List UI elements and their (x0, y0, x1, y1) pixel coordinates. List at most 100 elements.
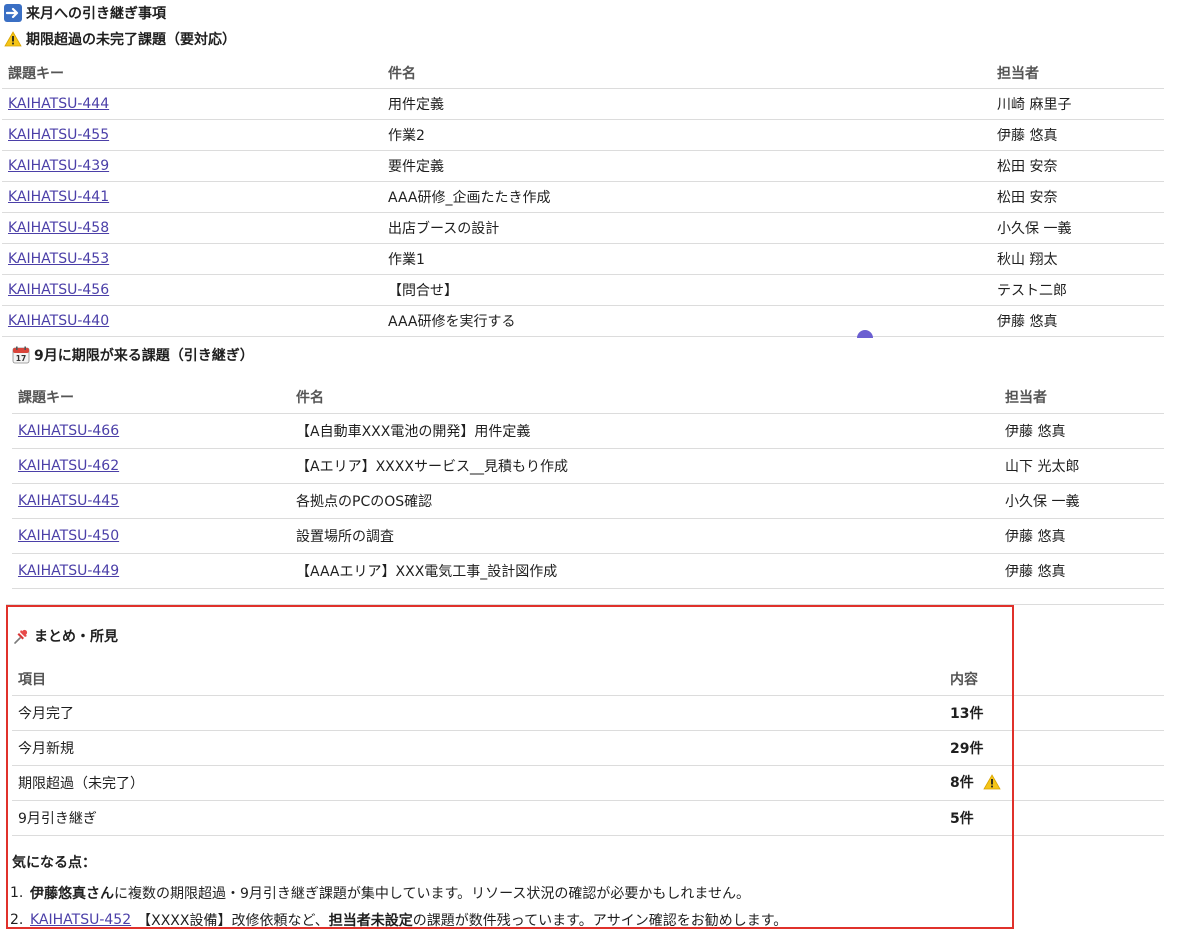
issue-assignee-cell: 小久保 一義 (999, 483, 1164, 519)
table-row: 今月完了 13件 (12, 695, 1164, 731)
report-page: 来月への引き継ぎ事項 期限超過の未完了課題（要対応） 課題キー 件名 担当者 K… (0, 0, 1200, 936)
note-number: 2. (10, 912, 24, 928)
issue-subject-cell: 設置場所の調査 (290, 518, 999, 554)
overdue-heading: 期限超過の未完了課題（要対応） (4, 28, 236, 50)
issue-key-link[interactable]: KAIHATSU-439 (8, 158, 109, 174)
table-row: 期限超過（未完了） 8件 (12, 765, 1164, 801)
note-item-2: 2. KAIHATSU-452 【XXXX設備】改修依頼など、 担当者未設定 の… (10, 910, 787, 930)
column-header-key: 課題キー (12, 380, 290, 414)
issue-assignee-cell: 山下 光太郎 (999, 448, 1164, 484)
table-row: KAIHATSU-456 【問合せ】 テスト二郎 (2, 274, 1164, 306)
summary-value-cell: 5件 (944, 800, 1164, 836)
issue-key-cell: KAIHATSU-455 (2, 119, 382, 151)
issue-assignee-cell: テスト二郎 (991, 274, 1164, 306)
warning-icon (982, 774, 1001, 794)
table-row: KAIHATSU-455 作業2 伊藤 悠真 (2, 119, 1164, 151)
issue-subject-cell: 出店ブースの設計 (382, 212, 991, 244)
summary-table: 項目 内容 今月完了 13件 今月新規 29件 期限超過（未完了） 8件 9月引… (12, 663, 1164, 836)
table-row: KAIHATSU-449 【AAAエリア】XXX電気工事_設計図作成 伊藤 悠真 (12, 553, 1164, 589)
column-header-subject: 件名 (382, 58, 991, 89)
table-row: KAIHATSU-462 【Aエリア】XXXXサービス__見積もり作成 山下 光… (12, 448, 1164, 484)
issue-subject-cell: 【問合せ】 (382, 274, 991, 306)
issue-key-cell: KAIHATSU-458 (2, 212, 382, 244)
issue-assignee-cell: 伊藤 悠真 (999, 413, 1164, 449)
column-header-subject: 件名 (290, 380, 999, 414)
table-row: 今月新規 29件 (12, 730, 1164, 766)
calendar-icon: 17 (12, 346, 30, 364)
table-row: KAIHATSU-441 AAA研修_企画たたき作成 松田 安奈 (2, 181, 1164, 213)
note-bold-name: 伊藤悠真さん (30, 886, 114, 902)
table-header-row: 項目 内容 (12, 663, 1164, 696)
overdue-table: 課題キー 件名 担当者 KAIHATSU-444 用件定義 川崎 麻里子 KAI… (2, 58, 1164, 337)
column-header-item: 項目 (12, 663, 944, 696)
issue-key-link[interactable]: KAIHATSU-450 (18, 528, 119, 544)
issue-subject-cell: 【Aエリア】XXXXサービス__見積もり作成 (290, 448, 999, 484)
september-heading: 17 9月に期限が来る課題（引き継ぎ） (12, 344, 254, 366)
issue-key-link[interactable]: KAIHATSU-449 (18, 563, 119, 579)
issue-subject-cell: 作業2 (382, 119, 991, 151)
issue-key-link[interactable]: KAIHATSU-462 (18, 458, 119, 474)
table-row: KAIHATSU-466 【A自動車XXX電池の開発】用件定義 伊藤 悠真 (12, 413, 1164, 449)
summary-value-text: 8件 (950, 775, 974, 791)
issue-key-link[interactable]: KAIHATSU-441 (8, 189, 109, 205)
issue-key-link[interactable]: KAIHATSU-455 (8, 127, 109, 143)
issue-subject-cell: AAA研修を実行する (382, 305, 991, 337)
note-text: 【XXXX設備】改修依頼など、 (137, 913, 329, 929)
right-arrow-icon (4, 4, 22, 22)
issue-key-link[interactable]: KAIHATSU-440 (8, 313, 109, 329)
table-row: KAIHATSU-458 出店ブースの設計 小久保 一義 (2, 212, 1164, 244)
note-bold-text: 担当者未設定 (328, 913, 413, 929)
issue-subject-cell: 【AAAエリア】XXX電気工事_設計図作成 (290, 553, 999, 589)
overdue-heading-text: 期限超過の未完了課題（要対応） (26, 32, 236, 48)
issue-key-cell: KAIHATSU-466 (12, 413, 290, 449)
column-header-value: 内容 (944, 663, 1164, 696)
issue-key-cell: KAIHATSU-439 (2, 150, 382, 182)
issue-key-cell: KAIHATSU-450 (12, 518, 290, 554)
table-header-row: 課題キー 件名 担当者 (12, 380, 1164, 414)
svg-text:17: 17 (16, 354, 26, 363)
issue-key-link[interactable]: KAIHATSU-453 (8, 251, 109, 267)
note-number: 1. (10, 885, 24, 901)
notes-title: 気になる点： (12, 855, 96, 871)
issue-key-cell: KAIHATSU-449 (12, 553, 290, 589)
column-header-assignee: 担当者 (999, 380, 1164, 414)
issue-key-link[interactable]: KAIHATSU-444 (8, 96, 109, 112)
section-divider (6, 604, 1164, 605)
summary-item-cell: 9月引き継ぎ (12, 800, 944, 836)
summary-heading-text: まとめ・所見 (34, 629, 118, 645)
summary-item-cell: 期限超過（未完了） (12, 765, 944, 801)
table-row: KAIHATSU-444 用件定義 川崎 麻里子 (2, 88, 1164, 120)
summary-value-cell: 29件 (944, 730, 1164, 766)
issue-assignee-cell: 伊藤 悠真 (991, 119, 1164, 151)
table-row: KAIHATSU-445 各拠点のPCのOS確認 小久保 一義 (12, 483, 1164, 519)
warning-icon (4, 30, 22, 48)
issue-assignee-cell: 伊藤 悠真 (991, 305, 1164, 337)
issue-assignee-cell: 川崎 麻里子 (991, 88, 1164, 120)
issue-key-link[interactable]: KAIHATSU-466 (18, 423, 119, 439)
issue-key-cell: KAIHATSU-440 (2, 305, 382, 337)
table-row: 9月引き継ぎ 5件 (12, 800, 1164, 836)
issue-key-link[interactable]: KAIHATSU-458 (8, 220, 109, 236)
issue-subject-cell: 用件定義 (382, 88, 991, 120)
issue-key-cell: KAIHATSU-441 (2, 181, 382, 213)
issue-assignee-cell: 松田 安奈 (991, 150, 1164, 182)
column-header-key: 課題キー (2, 58, 382, 89)
issue-subject-cell: 【A自動車XXX電池の開発】用件定義 (290, 413, 999, 449)
issue-assignee-cell: 松田 安奈 (991, 181, 1164, 213)
issue-key-link[interactable]: KAIHATSU-456 (8, 282, 109, 298)
issue-assignee-cell: 伊藤 悠真 (999, 518, 1164, 554)
pushpin-icon (12, 627, 30, 645)
table-cut-edge (2, 333, 1164, 335)
table-row: KAIHATSU-440 AAA研修を実行する 伊藤 悠真 (2, 305, 1164, 337)
summary-item-cell: 今月完了 (12, 695, 944, 731)
table-row: KAIHATSU-453 作業1 秋山 翔太 (2, 243, 1164, 275)
issue-key-cell: KAIHATSU-456 (2, 274, 382, 306)
issue-key-link[interactable]: KAIHATSU-445 (18, 493, 119, 509)
issue-key-cell: KAIHATSU-453 (2, 243, 382, 275)
september-heading-text: 9月に期限が来る課題（引き継ぎ） (34, 348, 254, 364)
summary-value-cell: 8件 (944, 765, 1164, 801)
summary-value-cell: 13件 (944, 695, 1164, 731)
issue-assignee-cell: 伊藤 悠真 (999, 553, 1164, 589)
note-issue-link[interactable]: KAIHATSU-452 (30, 912, 131, 928)
issue-assignee-cell: 小久保 一義 (991, 212, 1164, 244)
